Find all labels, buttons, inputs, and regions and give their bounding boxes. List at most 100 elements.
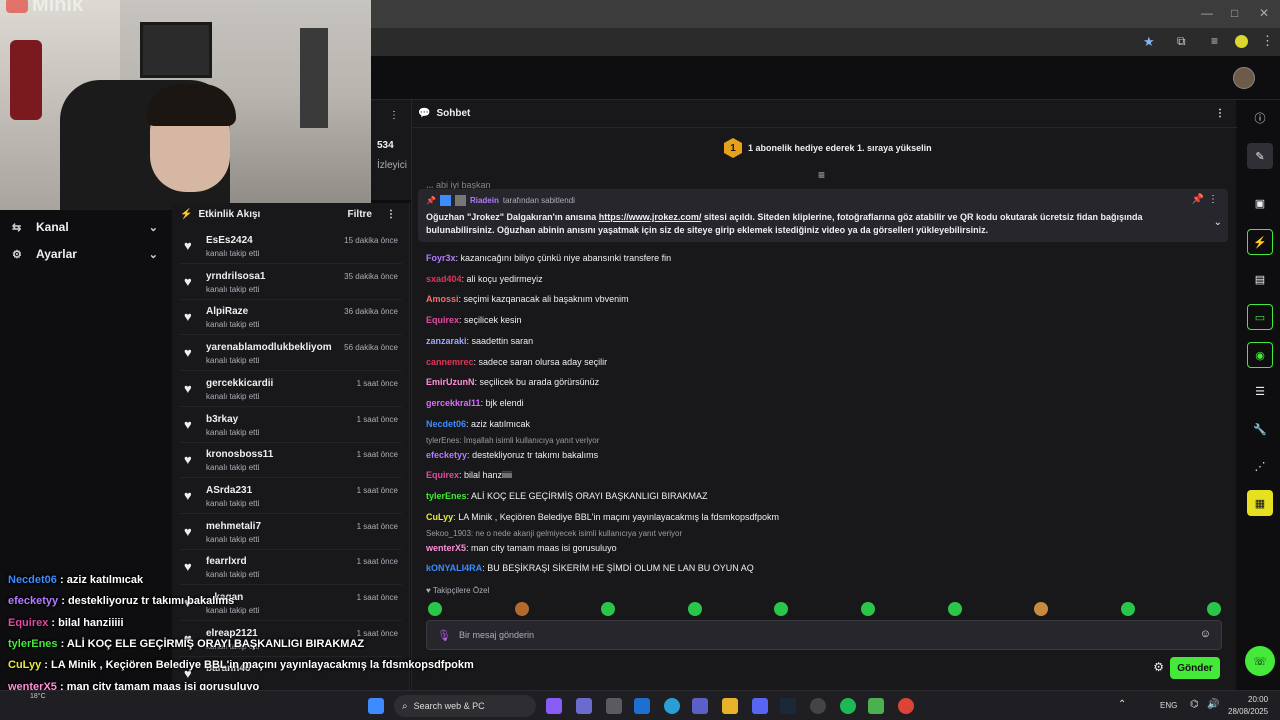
chat-message[interactable]: Amossi: seçimi kazqanacak ali başaknım v…: [426, 294, 629, 304]
layout-icon[interactable]: ☰: [1247, 378, 1273, 404]
chat-username[interactable]: sxad404: [426, 274, 462, 284]
activity-item[interactable]: ♥ kronosboss11 kanalı takip etti 1 saat önc…: [180, 444, 402, 479]
chat-menu-icon[interactable]: ⋮: [1215, 108, 1225, 119]
chat-settings-icon[interactable]: ⚙: [1153, 660, 1164, 674]
chat-message[interactable]: zanzaraki: saadettin saran: [426, 336, 533, 346]
emote-icon[interactable]: [1207, 602, 1222, 616]
activity-user[interactable]: EsEs2424: [206, 235, 253, 246]
wrench-icon[interactable]: 🔧: [1247, 416, 1273, 442]
chat-message[interactable]: efecketyy: destekliyoruz tr takımı bakal…: [426, 450, 598, 460]
activity-item[interactable]: ♥ mehmetali7 kanalı takip etti 1 saat önce: [180, 516, 402, 550]
chat-username[interactable]: cannemrec: [426, 357, 474, 367]
outlook-icon[interactable]: [634, 698, 650, 714]
activity-menu-icon[interactable]: ⋮: [386, 209, 396, 220]
discord-icon[interactable]: [752, 698, 768, 714]
clapper-icon[interactable]: ▦: [1247, 490, 1273, 516]
pinned-message[interactable]: 📌 Riadein tarafından sabitlendi 📌 ⋮ Oğuz…: [418, 189, 1228, 242]
weather-temperature[interactable]: 18°C: [30, 693, 46, 700]
chat-message[interactable]: Foyr3x: kazanıcağını biliyo çünkü niye a…: [426, 253, 671, 263]
unpin-icon[interactable]: 📌: [1192, 194, 1204, 205]
emote-icon[interactable]: [601, 602, 616, 616]
folder-icon[interactable]: [722, 698, 738, 714]
nav-item-ayarlar[interactable]: ⚙ Ayarlar ⌄: [0, 241, 172, 267]
user-avatar[interactable]: [1233, 67, 1255, 89]
teams-icon[interactable]: [692, 698, 708, 714]
chat-message[interactable]: EmirUzunN: seçilicek bu arada görürsünüz: [426, 377, 599, 387]
pinned-by-user[interactable]: Riadein: [470, 196, 499, 205]
taskbar-search[interactable]: ⌕ Search web & PC: [394, 695, 536, 717]
stats-menu-icon[interactable]: ⋮: [389, 110, 399, 121]
obs-icon[interactable]: [810, 698, 826, 714]
activity-user[interactable]: b3rkay: [206, 414, 238, 425]
info-icon[interactable]: ⓘ: [1247, 105, 1273, 131]
document-icon[interactable]: ▤: [1247, 266, 1273, 292]
chat-username[interactable]: gercekkral11: [426, 398, 481, 408]
activity-user[interactable]: fearrlxrd: [206, 556, 247, 567]
activity-item[interactable]: ♥ AlpiRaze kanalı takip etti 36 dakika önce: [180, 301, 402, 336]
tray-expand-icon[interactable]: ⌃: [1118, 699, 1126, 710]
chrome-icon[interactable]: [898, 698, 914, 714]
chat-username[interactable]: wenterX5: [426, 543, 466, 553]
activity-user[interactable]: kronosboss11: [206, 449, 273, 460]
app-cube-icon[interactable]: [868, 698, 884, 714]
language-indicator[interactable]: ENG: [1160, 701, 1177, 710]
sub-goal-banner[interactable]: 1 1 abonelik hediye ederek 1. sıraya yük…: [724, 138, 932, 158]
edit-icon[interactable]: ✎: [1247, 143, 1273, 169]
chat-username[interactable]: tylerEnes: [426, 491, 467, 501]
activity-user[interactable]: AlpiRaze: [206, 306, 248, 317]
emote-icon[interactable]: [774, 602, 789, 616]
chat-message[interactable]: gercekkral11: bjk elendi: [426, 398, 524, 408]
volume-icon[interactable]: 🔊: [1207, 699, 1219, 710]
chat-username[interactable]: Equirex: [426, 315, 459, 325]
maximize-icon[interactable]: □: [1231, 6, 1238, 20]
pinned-link[interactable]: https://www.jrokez.com/: [599, 212, 702, 222]
activity-user[interactable]: yarenablamodlukbekliyom: [206, 342, 332, 353]
store-icon[interactable]: [606, 698, 622, 714]
support-chat-icon[interactable]: ☏: [1245, 646, 1275, 676]
copilot-icon[interactable]: [546, 698, 562, 714]
chat-icon[interactable]: ▭: [1247, 304, 1273, 330]
emoji-icon[interactable]: ☺: [1200, 628, 1211, 640]
chat-username[interactable]: Necdet06: [426, 419, 466, 429]
chat-username[interactable]: Foyr3x: [426, 253, 456, 263]
chat-message[interactable]: Necdet06: aziz katılmıcak: [426, 419, 530, 429]
activity-item[interactable]: ♥ b3rkay kanalı takip etti 1 saat önce: [180, 409, 402, 443]
profile-avatar-icon[interactable]: [1235, 35, 1248, 48]
expand-chevron-icon[interactable]: ⌄: [1214, 217, 1222, 228]
bookmark-star-icon[interactable]: ★: [1143, 34, 1155, 50]
activity-item[interactable]: ♥ gercekkicardii kanalı takip etti 1 saat ö…: [180, 373, 402, 407]
chat-message[interactable]: cannemrec: sadece saran olursa aday seçi…: [426, 357, 607, 367]
extensions-icon[interactable]: ⧉: [1177, 34, 1186, 49]
taskview-icon[interactable]: [576, 698, 592, 714]
filter-button[interactable]: Filtre: [348, 209, 372, 220]
clock-date[interactable]: 28/08/2025: [1228, 707, 1268, 716]
chat-filter-icon[interactable]: ≡: [818, 168, 825, 182]
network-icon[interactable]: ⌬: [1190, 699, 1199, 710]
clock-time[interactable]: 20:00: [1248, 695, 1268, 704]
emote-icon[interactable]: [947, 602, 962, 616]
media-controls-icon[interactable]: ≡: [1211, 34, 1218, 48]
emote-icon[interactable]: [1034, 602, 1049, 616]
emote-icon[interactable]: [861, 602, 875, 616]
activity-user[interactable]: mehmetali7: [206, 521, 261, 532]
nav-item-kanal[interactable]: ⇆ Kanal ⌄: [0, 214, 172, 240]
share-icon[interactable]: ⋰: [1247, 453, 1273, 479]
broadcast-icon[interactable]: ◉: [1247, 342, 1273, 368]
chat-message-input[interactable]: 🎙 Bir mesaj gönderin ☺: [426, 620, 1222, 650]
chat-username[interactable]: EmirUzunN: [426, 377, 475, 387]
emote-icon[interactable]: [1120, 602, 1135, 616]
minimize-icon[interactable]: —: [1201, 6, 1213, 20]
activity-user[interactable]: ASrda231: [206, 485, 252, 496]
lightning-icon[interactable]: ⚡: [1247, 229, 1273, 255]
pinned-menu-icon[interactable]: ⋮: [1208, 194, 1218, 205]
chat-username[interactable]: Amossi: [426, 294, 459, 304]
send-button[interactable]: Gönder: [1170, 657, 1220, 679]
activity-user[interactable]: gercekkicardii: [206, 378, 273, 389]
activity-user[interactable]: yrndrilsosa1: [206, 271, 265, 282]
chat-message[interactable]: Equirex: bilal hanziiiii: [426, 470, 512, 480]
activity-item[interactable]: ♥ yrndrilsosa1 kanalı takip etti 35 dakika …: [180, 266, 402, 300]
chat-username[interactable]: CuLyy: [426, 512, 453, 522]
chat-username[interactable]: efecketyy: [426, 450, 467, 460]
chat-message[interactable]: CuLyy: LA Minik , Keçiören Belediye BBL'…: [426, 512, 779, 522]
crop-icon[interactable]: ▣: [1247, 190, 1273, 216]
